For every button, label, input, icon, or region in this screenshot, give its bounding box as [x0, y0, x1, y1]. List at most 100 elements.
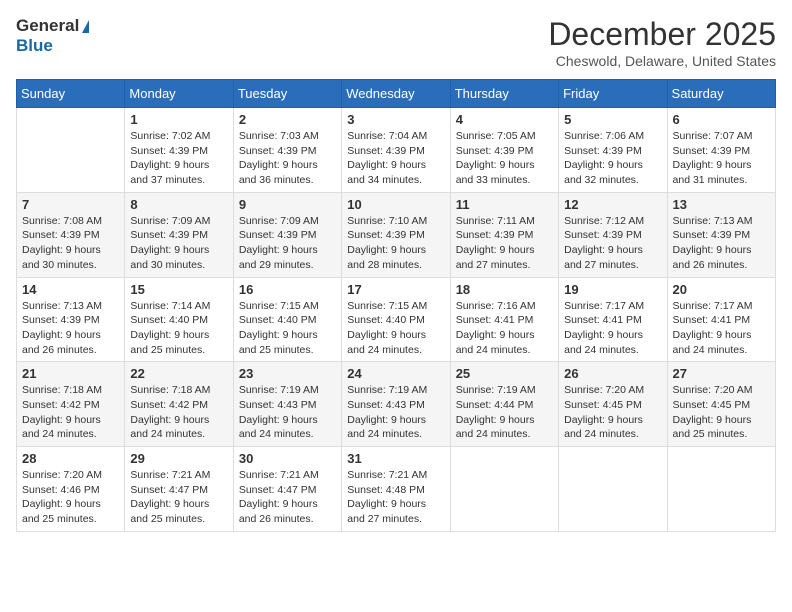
calendar-cell: 4 Sunrise: 7:05 AMSunset: 4:39 PMDaylight…	[450, 108, 558, 193]
day-info: Sunrise: 7:17 AMSunset: 4:41 PMDaylight:…	[673, 299, 770, 358]
day-number: 19	[564, 282, 661, 297]
day-info: Sunrise: 7:21 AMSunset: 4:47 PMDaylight:…	[239, 468, 336, 527]
title-section: December 2025 Cheswold, Delaware, United…	[548, 16, 776, 69]
day-info: Sunrise: 7:05 AMSunset: 4:39 PMDaylight:…	[456, 129, 553, 188]
logo-blue: Blue	[16, 36, 53, 56]
day-info: Sunrise: 7:03 AMSunset: 4:39 PMDaylight:…	[239, 129, 336, 188]
day-number: 20	[673, 282, 770, 297]
calendar-cell	[17, 108, 125, 193]
day-info: Sunrise: 7:15 AMSunset: 4:40 PMDaylight:…	[347, 299, 444, 358]
calendar-header-row: SundayMondayTuesdayWednesdayThursdayFrid…	[17, 80, 776, 108]
calendar-cell: 11 Sunrise: 7:11 AMSunset: 4:39 PMDayligh…	[450, 192, 558, 277]
page-header: General Blue December 2025 Cheswold, Del…	[16, 16, 776, 69]
calendar-cell: 16 Sunrise: 7:15 AMSunset: 4:40 PMDayligh…	[233, 277, 341, 362]
calendar-cell	[667, 447, 775, 532]
calendar-cell: 28Sunrise: 7:20 AMSunset: 4:46 PMDayligh…	[17, 447, 125, 532]
column-header-saturday: Saturday	[667, 80, 775, 108]
day-info: Sunrise: 7:16 AMSunset: 4:41 PMDaylight:…	[456, 299, 553, 358]
calendar-cell: 2 Sunrise: 7:03 AMSunset: 4:39 PMDaylight…	[233, 108, 341, 193]
day-info: Sunrise: 7:12 AMSunset: 4:39 PMDaylight:…	[564, 214, 661, 273]
day-info: Sunrise: 7:14 AMSunset: 4:40 PMDaylight:…	[130, 299, 227, 358]
day-info: Sunrise: 7:07 AMSunset: 4:39 PMDaylight:…	[673, 129, 770, 188]
day-number: 14	[22, 282, 119, 297]
day-number: 18	[456, 282, 553, 297]
calendar-cell: 31 Sunrise: 7:21 AMSunset: 4:48 PMDayligh…	[342, 447, 450, 532]
day-number: 25	[456, 366, 553, 381]
day-number: 31	[347, 451, 444, 466]
calendar-body: 1Sunrise: 7:02 AMSunset: 4:39 PMDaylight…	[17, 108, 776, 532]
day-number: 3	[347, 112, 444, 127]
calendar-week-3: 14Sunrise: 7:13 AMSunset: 4:39 PMDayligh…	[17, 277, 776, 362]
day-number: 9	[239, 197, 336, 212]
month-title: December 2025	[548, 16, 776, 53]
calendar-cell: 27Sunrise: 7:20 AMSunset: 4:45 PMDayligh…	[667, 362, 775, 447]
column-header-thursday: Thursday	[450, 80, 558, 108]
calendar-cell: 15 Sunrise: 7:14 AMSunset: 4:40 PMDayligh…	[125, 277, 233, 362]
column-header-wednesday: Wednesday	[342, 80, 450, 108]
calendar-cell: 29 Sunrise: 7:21 AMSunset: 4:47 PMDayligh…	[125, 447, 233, 532]
calendar-cell: 3 Sunrise: 7:04 AMSunset: 4:39 PMDaylight…	[342, 108, 450, 193]
day-number: 6	[673, 112, 770, 127]
column-header-sunday: Sunday	[17, 80, 125, 108]
logo: General Blue	[16, 16, 89, 56]
day-info: Sunrise: 7:21 AMSunset: 4:47 PMDaylight:…	[130, 468, 227, 527]
calendar-cell: 23 Sunrise: 7:19 AMSunset: 4:43 PMDayligh…	[233, 362, 341, 447]
day-number: 13	[673, 197, 770, 212]
calendar-cell: 30 Sunrise: 7:21 AMSunset: 4:47 PMDayligh…	[233, 447, 341, 532]
day-number: 23	[239, 366, 336, 381]
calendar-week-5: 28Sunrise: 7:20 AMSunset: 4:46 PMDayligh…	[17, 447, 776, 532]
day-info: Sunrise: 7:21 AMSunset: 4:48 PMDaylight:…	[347, 468, 444, 527]
day-number: 16	[239, 282, 336, 297]
day-number: 22	[130, 366, 227, 381]
day-number: 11	[456, 197, 553, 212]
day-number: 30	[239, 451, 336, 466]
logo-triangle-icon	[82, 20, 89, 33]
calendar-table: SundayMondayTuesdayWednesdayThursdayFrid…	[16, 79, 776, 532]
day-info: Sunrise: 7:19 AMSunset: 4:43 PMDaylight:…	[347, 383, 444, 442]
calendar-cell: 8 Sunrise: 7:09 AMSunset: 4:39 PMDaylight…	[125, 192, 233, 277]
calendar-cell: 21 Sunrise: 7:18 AMSunset: 4:42 PMDayligh…	[17, 362, 125, 447]
day-info: Sunrise: 7:20 AMSunset: 4:46 PMDaylight:…	[22, 468, 119, 527]
calendar-cell: 14Sunrise: 7:13 AMSunset: 4:39 PMDayligh…	[17, 277, 125, 362]
day-number: 8	[130, 197, 227, 212]
location: Cheswold, Delaware, United States	[548, 53, 776, 69]
calendar-week-2: 7 Sunrise: 7:08 AMSunset: 4:39 PMDaylight…	[17, 192, 776, 277]
day-number: 21	[22, 366, 119, 381]
calendar-cell: 26 Sunrise: 7:20 AMSunset: 4:45 PMDayligh…	[559, 362, 667, 447]
day-info: Sunrise: 7:19 AMSunset: 4:44 PMDaylight:…	[456, 383, 553, 442]
column-header-tuesday: Tuesday	[233, 80, 341, 108]
calendar-cell: 25 Sunrise: 7:19 AMSunset: 4:44 PMDayligh…	[450, 362, 558, 447]
day-number: 29	[130, 451, 227, 466]
day-number: 24	[347, 366, 444, 381]
calendar-cell	[559, 447, 667, 532]
day-number: 26	[564, 366, 661, 381]
day-info: Sunrise: 7:11 AMSunset: 4:39 PMDaylight:…	[456, 214, 553, 273]
calendar-cell: 5 Sunrise: 7:06 AMSunset: 4:39 PMDaylight…	[559, 108, 667, 193]
day-number: 7	[22, 197, 119, 212]
day-number: 4	[456, 112, 553, 127]
calendar-cell: 9Sunrise: 7:09 AMSunset: 4:39 PMDaylight…	[233, 192, 341, 277]
day-info: Sunrise: 7:04 AMSunset: 4:39 PMDaylight:…	[347, 129, 444, 188]
day-info: Sunrise: 7:06 AMSunset: 4:39 PMDaylight:…	[564, 129, 661, 188]
day-info: Sunrise: 7:08 AMSunset: 4:39 PMDaylight:…	[22, 214, 119, 273]
day-info: Sunrise: 7:09 AMSunset: 4:39 PMDaylight:…	[130, 214, 227, 273]
calendar-cell: 7 Sunrise: 7:08 AMSunset: 4:39 PMDaylight…	[17, 192, 125, 277]
day-number: 2	[239, 112, 336, 127]
day-info: Sunrise: 7:18 AMSunset: 4:42 PMDaylight:…	[22, 383, 119, 442]
calendar-cell: 22Sunrise: 7:18 AMSunset: 4:42 PMDayligh…	[125, 362, 233, 447]
day-info: Sunrise: 7:13 AMSunset: 4:39 PMDaylight:…	[673, 214, 770, 273]
calendar-week-4: 21 Sunrise: 7:18 AMSunset: 4:42 PMDayligh…	[17, 362, 776, 447]
calendar-cell: 1Sunrise: 7:02 AMSunset: 4:39 PMDaylight…	[125, 108, 233, 193]
day-info: Sunrise: 7:17 AMSunset: 4:41 PMDaylight:…	[564, 299, 661, 358]
day-info: Sunrise: 7:15 AMSunset: 4:40 PMDaylight:…	[239, 299, 336, 358]
day-info: Sunrise: 7:19 AMSunset: 4:43 PMDaylight:…	[239, 383, 336, 442]
day-info: Sunrise: 7:20 AMSunset: 4:45 PMDaylight:…	[564, 383, 661, 442]
day-info: Sunrise: 7:20 AMSunset: 4:45 PMDaylight:…	[673, 383, 770, 442]
day-number: 17	[347, 282, 444, 297]
calendar-cell: 24 Sunrise: 7:19 AMSunset: 4:43 PMDayligh…	[342, 362, 450, 447]
day-info: Sunrise: 7:02 AMSunset: 4:39 PMDaylight:…	[130, 129, 227, 188]
day-number: 10	[347, 197, 444, 212]
day-number: 5	[564, 112, 661, 127]
day-number: 15	[130, 282, 227, 297]
calendar-cell: 20 Sunrise: 7:17 AMSunset: 4:41 PMDayligh…	[667, 277, 775, 362]
